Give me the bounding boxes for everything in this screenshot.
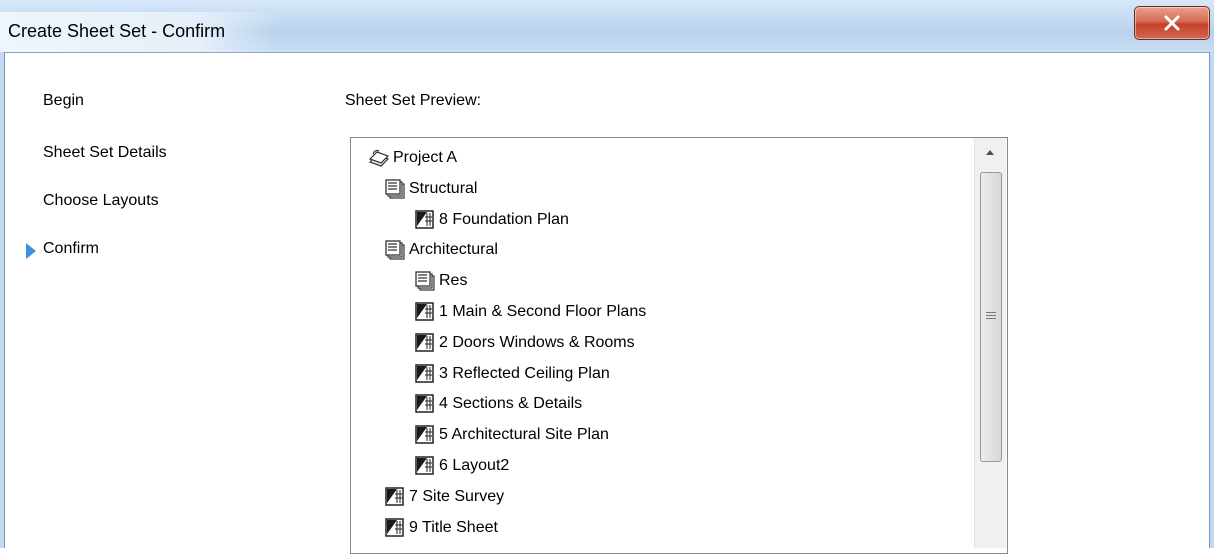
tree-node[interactable]: Res bbox=[414, 268, 467, 294]
nav-step-sheet-set-details[interactable]: Sheet Set Details bbox=[43, 144, 167, 162]
tree-node[interactable]: Structural bbox=[384, 176, 477, 202]
sheet-icon bbox=[414, 363, 436, 385]
sheet-icon bbox=[414, 209, 436, 231]
current-step-arrow-icon bbox=[26, 243, 36, 259]
sheet-icon bbox=[414, 301, 436, 323]
nav-step-choose-layouts[interactable]: Choose Layouts bbox=[43, 192, 159, 210]
subset-icon bbox=[384, 178, 406, 200]
sheet-set-preview-label: Sheet Set Preview: bbox=[345, 92, 482, 109]
tree-node[interactable]: 3 Reflected Ceiling Plan bbox=[414, 361, 610, 387]
tree-node-label: Architectural bbox=[409, 241, 498, 258]
tree-node-label: Res bbox=[439, 272, 468, 289]
tree-node-label: 3 Reflected Ceiling Plan bbox=[439, 365, 610, 382]
sheet-icon bbox=[384, 517, 406, 539]
sheet-set-icon bbox=[368, 147, 390, 169]
tree-node[interactable]: 6 Layout2 bbox=[414, 453, 509, 479]
scroll-up-arrow-icon[interactable] bbox=[986, 150, 994, 155]
sheet-icon bbox=[414, 455, 436, 477]
tree-node-label: 8 Foundation Plan bbox=[439, 211, 569, 228]
tree-node[interactable]: Project A bbox=[368, 145, 457, 171]
tree-node-label: 5 Architectural Site Plan bbox=[439, 426, 609, 443]
sheet-icon bbox=[384, 486, 406, 508]
nav-step-begin[interactable]: Begin bbox=[43, 92, 84, 110]
tree-node-label: Structural bbox=[409, 180, 478, 197]
tree-node[interactable]: 2 Doors Windows & Rooms bbox=[414, 330, 635, 356]
sheet-icon bbox=[414, 424, 436, 446]
tree-node[interactable]: 4 Sections & Details bbox=[414, 391, 582, 417]
vertical-scrollbar[interactable] bbox=[974, 138, 1006, 548]
tree-node-label: 7 Site Survey bbox=[409, 488, 505, 505]
nav-step-confirm[interactable]: Confirm bbox=[43, 240, 99, 258]
tree-node-label: 4 Sections & Details bbox=[439, 395, 583, 412]
tree-node-label: Project A bbox=[393, 149, 458, 166]
subset-icon bbox=[414, 270, 436, 292]
window-frame-right bbox=[1209, 52, 1214, 548]
tree-node-label: 6 Layout2 bbox=[439, 457, 510, 474]
sheet-icon bbox=[414, 332, 436, 354]
tree-node[interactable]: Architectural bbox=[384, 237, 498, 263]
window-title: Create Sheet Set - Confirm bbox=[8, 21, 226, 41]
tree-node-label: 9 Title Sheet bbox=[409, 519, 498, 536]
tree-node[interactable]: 8 Foundation Plan bbox=[414, 207, 569, 233]
window-frame-left bbox=[0, 52, 5, 548]
sheet-icon bbox=[414, 393, 436, 415]
subset-icon bbox=[384, 239, 406, 261]
tree-node-label: 1 Main & Second Floor Plans bbox=[439, 303, 647, 320]
scroll-thumb[interactable] bbox=[980, 172, 1002, 462]
tree-node[interactable]: 9 Title Sheet bbox=[384, 515, 498, 541]
title-bar: Create Sheet Set - Confirm bbox=[0, 0, 1214, 53]
tree-node-label: 2 Doors Windows & Rooms bbox=[439, 334, 635, 351]
close-icon bbox=[1164, 15, 1180, 31]
tree-node[interactable]: 5 Architectural Site Plan bbox=[414, 422, 609, 448]
close-button[interactable] bbox=[1134, 6, 1210, 40]
tree-node[interactable]: 7 Site Survey bbox=[384, 484, 504, 510]
tree-node[interactable]: 1 Main & Second Floor Plans bbox=[414, 299, 646, 325]
